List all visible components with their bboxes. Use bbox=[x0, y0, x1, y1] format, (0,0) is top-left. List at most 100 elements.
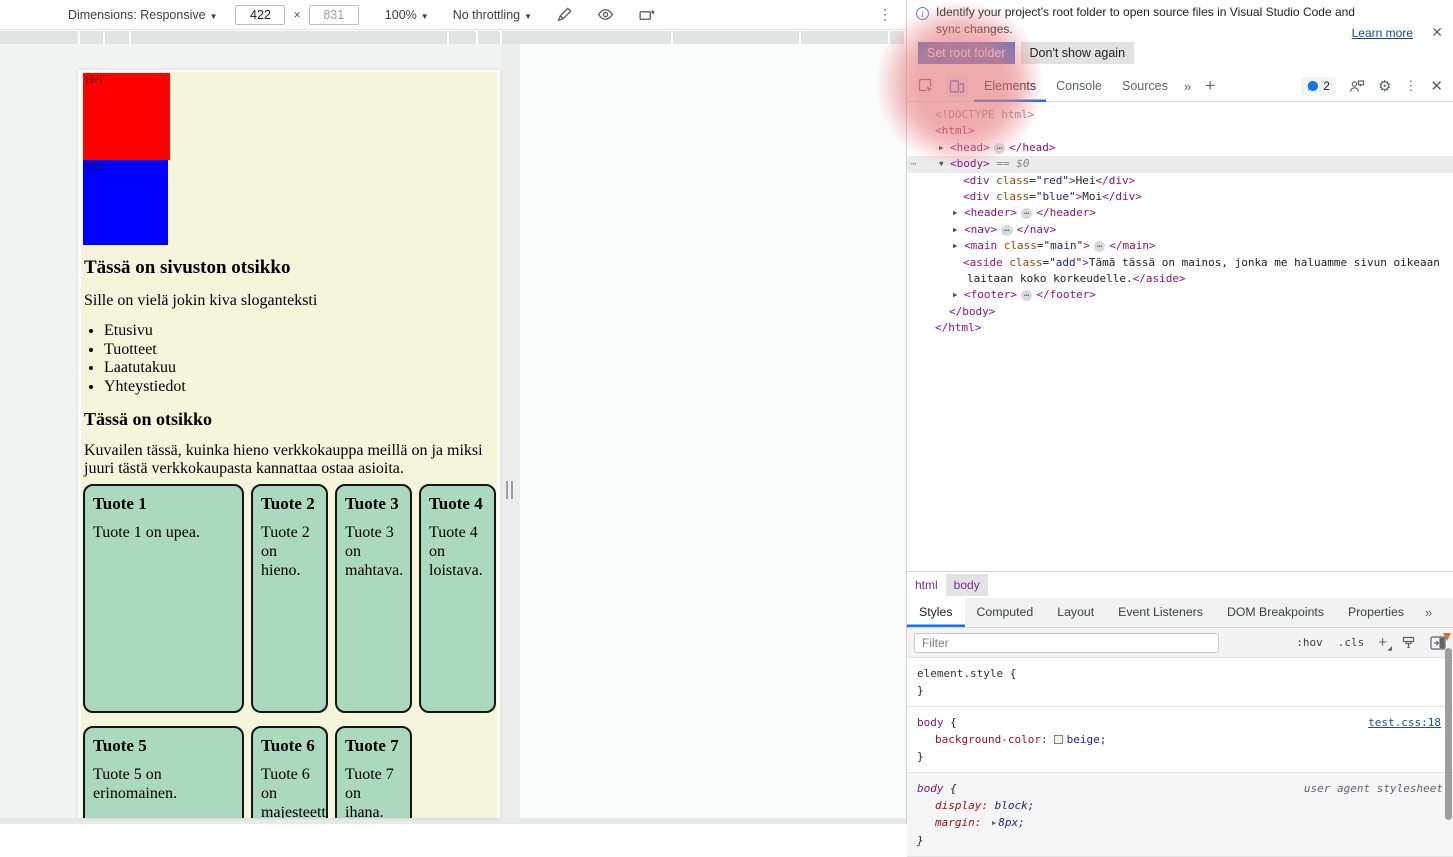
tree-line[interactable]: ▶<footer>…</footer> bbox=[907, 287, 1453, 303]
eye-icon[interactable] bbox=[597, 6, 614, 23]
tree-line[interactable]: ▶<head>…</head> bbox=[907, 140, 1453, 156]
product-title: Tuote 3 bbox=[345, 494, 402, 514]
media-query-segment[interactable] bbox=[105, 31, 129, 44]
rule-selector[interactable]: element.style { bbox=[917, 665, 1443, 682]
device-toolbar-toggle-icon[interactable] bbox=[946, 75, 968, 97]
ellipsis-expand-icon[interactable]: … bbox=[1094, 241, 1105, 252]
tree-line[interactable]: <div class="red">Hei</div> bbox=[907, 173, 1453, 189]
product-description: Tuote 5 on erinomainen. bbox=[93, 765, 234, 803]
styles-tabs-more-icon[interactable]: » bbox=[1416, 605, 1441, 620]
media-query-segment[interactable] bbox=[478, 31, 500, 44]
media-query-segment[interactable] bbox=[131, 31, 447, 44]
media-query-segment[interactable] bbox=[890, 31, 904, 44]
toggle-hover-state-button[interactable]: :hov bbox=[1296, 636, 1323, 649]
styles-tab-layout[interactable]: Layout bbox=[1045, 598, 1106, 627]
rendering-brush-icon[interactable] bbox=[1401, 635, 1416, 650]
rotate-device-icon[interactable] bbox=[638, 6, 655, 23]
expand-arrow-icon[interactable]: ▶ bbox=[953, 205, 964, 221]
devtools-menu-icon[interactable]: ⋮ bbox=[1404, 78, 1417, 94]
section-paragraph: Kuvailen tässä, kuinka hieno verkkokaupp… bbox=[84, 442, 488, 477]
rule-selector[interactable]: body { bbox=[917, 714, 1443, 731]
expand-arrow-icon[interactable]: ▶ bbox=[953, 287, 964, 303]
row-actions-icon[interactable]: ⋯ bbox=[910, 156, 918, 172]
dont-show-again-button[interactable]: Don't show again bbox=[1021, 42, 1135, 64]
tree-line[interactable]: ▶<main class="main">…</main> bbox=[907, 238, 1453, 254]
media-query-segment[interactable] bbox=[0, 31, 78, 44]
more-tabs-icon[interactable]: » bbox=[1178, 79, 1197, 94]
viewport-height-input[interactable] bbox=[309, 5, 359, 25]
styles-tab-event-listeners[interactable]: Event Listeners bbox=[1106, 598, 1215, 627]
ellipsis-expand-icon[interactable]: … bbox=[1021, 208, 1032, 219]
expand-arrow-icon[interactable]: ▶ bbox=[953, 238, 964, 254]
feedback-icon[interactable] bbox=[1349, 78, 1365, 94]
breadcrumb-item-body[interactable]: body bbox=[946, 574, 988, 596]
info-icon: i bbox=[916, 7, 929, 20]
viewport-width-input[interactable] bbox=[235, 5, 285, 25]
breadcrumb: htmlbody bbox=[907, 572, 1453, 598]
zoom-dropdown[interactable]: 100%▼ bbox=[385, 8, 429, 22]
tab-console[interactable]: Console bbox=[1046, 71, 1112, 102]
style-property[interactable]: background-color:beige; bbox=[917, 731, 1443, 748]
tree-line[interactable]: </html> bbox=[907, 320, 1453, 336]
settings-gear-icon[interactable]: ⚙ bbox=[1378, 77, 1391, 95]
inspect-element-icon[interactable] bbox=[917, 77, 935, 95]
tab-sources[interactable]: Sources bbox=[1112, 71, 1178, 102]
tab-elements[interactable]: Elements bbox=[974, 71, 1046, 102]
ellipsis-expand-icon[interactable]: … bbox=[1021, 290, 1032, 301]
chevron-down-icon: ▼ bbox=[421, 12, 429, 21]
dimensions-dropdown[interactable]: Dimensions: Responsive▼ bbox=[68, 8, 217, 22]
resize-handle-icon[interactable] bbox=[506, 481, 513, 499]
styles-scrollbar-thumb[interactable] bbox=[1445, 648, 1452, 820]
devtools-close-icon[interactable]: ✕ bbox=[1430, 77, 1443, 95]
add-panel-icon[interactable]: + bbox=[1197, 76, 1223, 96]
tree-line[interactable]: ▶<nav>…</nav> bbox=[907, 222, 1453, 238]
set-root-folder-button[interactable]: Set root folder bbox=[918, 42, 1015, 64]
media-query-segment[interactable] bbox=[801, 31, 888, 44]
bottom-resize-strip[interactable] bbox=[0, 818, 906, 824]
color-swatch[interactable] bbox=[1054, 735, 1063, 744]
notification-close-icon[interactable]: ✕ bbox=[1431, 24, 1443, 41]
media-query-segment[interactable] bbox=[673, 31, 799, 44]
toggle-class-button[interactable]: .cls bbox=[1338, 636, 1365, 649]
media-query-segment[interactable] bbox=[80, 31, 103, 44]
stylesheet-link[interactable]: test.css:18 bbox=[1368, 714, 1441, 731]
expand-arrow-icon[interactable]: ▼ bbox=[939, 156, 950, 172]
learn-more-link[interactable]: Learn more bbox=[1352, 26, 1413, 40]
expand-arrow-icon[interactable]: ▶ bbox=[953, 222, 964, 238]
styles-tab-bar: StylesComputedLayoutEvent ListenersDOM B… bbox=[907, 598, 1453, 628]
style-property[interactable]: display: block; bbox=[917, 797, 1443, 814]
product-title: Tuote 2 bbox=[261, 494, 318, 514]
media-query-segment[interactable] bbox=[449, 31, 476, 44]
devtools-tab-bar: ElementsConsoleSources » + 2 ⚙ ⋮ ✕ bbox=[907, 71, 1453, 102]
breadcrumb-item-html[interactable]: html bbox=[907, 574, 946, 596]
tree-line[interactable]: ▶<header>…</header> bbox=[907, 205, 1453, 221]
throttling-dropdown[interactable]: No throttling▼ bbox=[453, 8, 532, 22]
issues-counter[interactable]: 2 bbox=[1301, 77, 1336, 95]
viewport-resize-strip[interactable] bbox=[501, 44, 520, 818]
expand-arrow-icon[interactable]: ▶ bbox=[939, 140, 950, 156]
style-rule: element.style {} bbox=[907, 658, 1453, 707]
panel-tabs: ElementsConsoleSources bbox=[974, 71, 1178, 102]
styles-filter-input[interactable] bbox=[914, 633, 1219, 653]
style-property[interactable]: margin: ▶8px; bbox=[917, 814, 1443, 832]
ellipsis-expand-icon[interactable]: … bbox=[994, 143, 1005, 154]
pen-icon[interactable] bbox=[556, 6, 573, 23]
tree-line[interactable]: <!DOCTYPE html> bbox=[907, 107, 1453, 123]
tree-line[interactable]: laitaan koko korkeudelle.</aside> bbox=[907, 271, 1453, 287]
media-query-segment[interactable] bbox=[502, 31, 671, 44]
ellipsis-expand-icon[interactable]: … bbox=[1001, 225, 1012, 236]
product-card: Tuote 2Tuote 2 on hieno. bbox=[251, 484, 328, 713]
style-rule: user agent stylesheetbody {display: bloc… bbox=[907, 773, 1453, 857]
new-style-rule-icon[interactable]: +◢ bbox=[1378, 634, 1387, 651]
tree-line[interactable]: <html> bbox=[907, 123, 1453, 139]
tree-line[interactable]: <aside class="add">Tämä tässä on mainos,… bbox=[907, 255, 1453, 271]
styles-tab-dom-breakpoints[interactable]: DOM Breakpoints bbox=[1215, 598, 1336, 627]
styles-tab-styles[interactable]: Styles bbox=[907, 598, 965, 627]
tree-line[interactable]: </body> bbox=[907, 304, 1453, 320]
styles-tab-computed[interactable]: Computed bbox=[965, 598, 1046, 627]
styles-tab-properties[interactable]: Properties bbox=[1336, 598, 1416, 627]
tree-line[interactable]: ⋯▼<body> == $0 bbox=[907, 156, 1453, 172]
scrollbar-marker-icon bbox=[1443, 633, 1451, 641]
toolbar-menu-icon[interactable]: ⋮ bbox=[878, 6, 892, 23]
tree-line[interactable]: <div class="blue">Moi</div> bbox=[907, 189, 1453, 205]
